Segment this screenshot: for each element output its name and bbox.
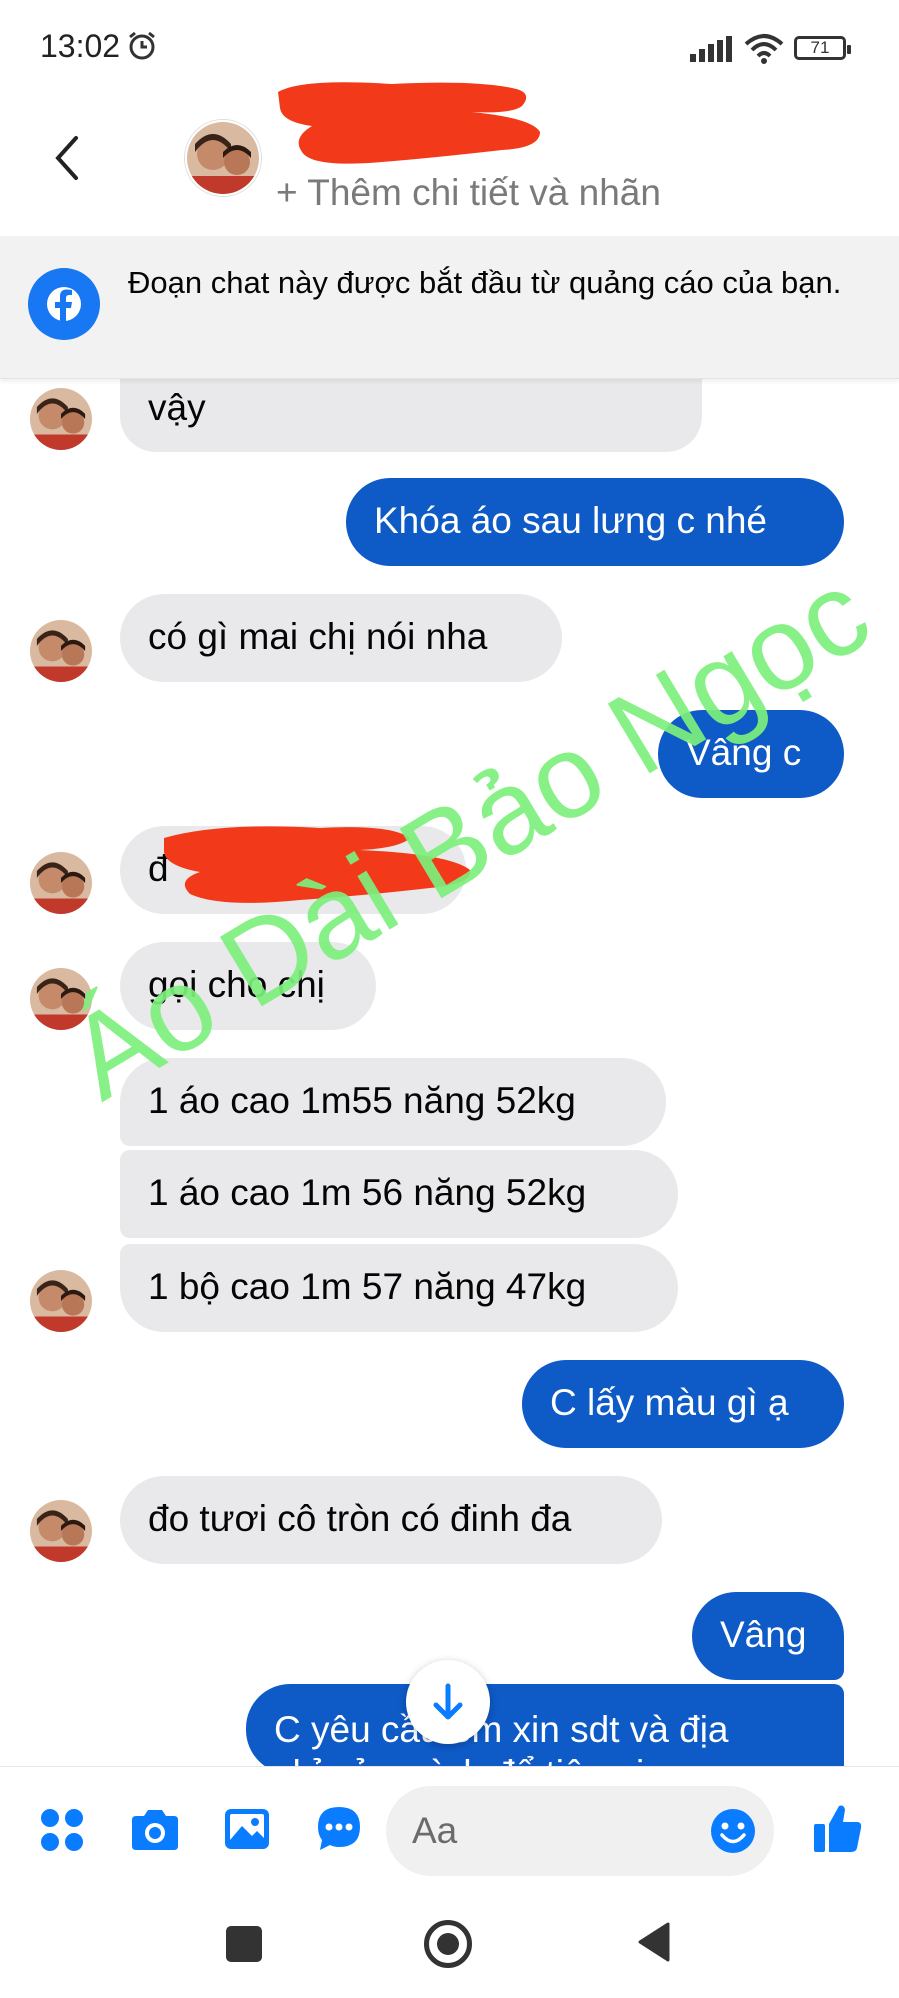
- contact-avatar: [30, 388, 92, 450]
- message-incoming[interactable]: 1 áo cao 1m 56 năng 52kg: [120, 1150, 678, 1238]
- message-incoming[interactable]: 1 bộ cao 1m 57 năng 47kg: [120, 1244, 678, 1332]
- camera-icon[interactable]: [128, 1806, 182, 1854]
- status-time: 13:02: [40, 28, 121, 64]
- signal-icon: [690, 36, 732, 62]
- message-outgoing[interactable]: C lấy màu gì ạ: [522, 1360, 844, 1448]
- contact-avatar: [30, 968, 92, 1030]
- back-icon[interactable]: [48, 130, 88, 186]
- add-details-link[interactable]: + Thêm chi tiết và nhãn: [276, 172, 661, 214]
- contact-avatar: [30, 852, 92, 914]
- like-icon[interactable]: [810, 1800, 866, 1856]
- emoji-icon[interactable]: [708, 1806, 758, 1856]
- battery-indicator: 71: [794, 36, 851, 60]
- contact-avatar: [30, 1270, 92, 1332]
- recents-button[interactable]: [226, 1926, 262, 1962]
- contact-avatar: [30, 1500, 92, 1562]
- alarm-icon: [129, 31, 155, 60]
- message-outgoing[interactable]: Vâng: [692, 1592, 844, 1680]
- wifi-icon: [744, 34, 784, 64]
- system-back-icon[interactable]: [636, 1922, 672, 1962]
- message-line: C yêu cầu em xin sdt và địa: [274, 1709, 729, 1750]
- apps-icon[interactable]: [38, 1806, 86, 1854]
- arrow-down-icon: [433, 1683, 463, 1720]
- contact-avatar[interactable]: [185, 120, 261, 196]
- message-incoming[interactable]: có gì mai chị nói nha: [120, 594, 562, 682]
- gallery-icon[interactable]: [222, 1804, 272, 1854]
- banner-text: Đoạn chat này được bắt đầu từ quảng cáo …: [128, 265, 842, 300]
- message-outgoing[interactable]: C yêu cầu em xin sdt và địa chỉ của mình…: [246, 1684, 844, 1774]
- scroll-to-bottom-button[interactable]: [406, 1660, 490, 1744]
- home-button[interactable]: [424, 1920, 472, 1968]
- message-outgoing[interactable]: Vâng c: [658, 710, 844, 798]
- chat-icon[interactable]: [314, 1804, 364, 1854]
- message-redaction: [164, 826, 471, 903]
- contact-name-redaction: [278, 82, 540, 164]
- message-input-placeholder[interactable]: Aa: [412, 1810, 457, 1852]
- contact-avatar: [30, 620, 92, 682]
- ad-origin-banner: [0, 236, 899, 379]
- message-incoming[interactable]: đo tươi cô tròn có đinh đa: [120, 1476, 662, 1564]
- message-incoming[interactable]: gọi cho chị: [120, 942, 376, 1030]
- facebook-icon: [28, 268, 100, 340]
- message-outgoing[interactable]: Khóa áo sau lưng c nhé: [346, 478, 844, 566]
- message-incoming[interactable]: 1 áo cao 1m55 năng 52kg: [120, 1058, 666, 1146]
